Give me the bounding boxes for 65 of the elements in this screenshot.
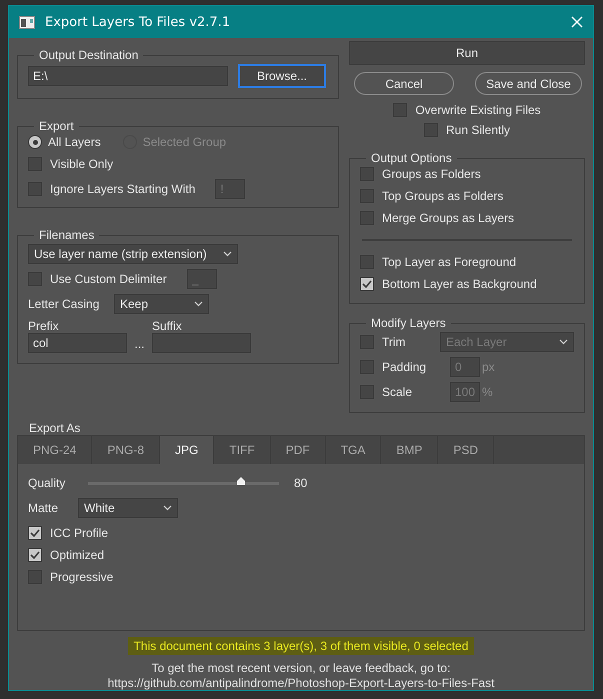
field-label: Prefix	[28, 319, 60, 333]
checkbox-label: Scale	[382, 385, 414, 399]
radio-label: All Layers	[48, 135, 101, 149]
chevron-down-icon	[223, 251, 232, 257]
checkbox-label: Visible Only	[50, 157, 114, 171]
group-title: Filenames	[38, 228, 96, 242]
save-and-close-button[interactable]: Save and Close	[475, 72, 582, 95]
format-tab[interactable]: JPG	[160, 436, 214, 464]
checkbox[interactable]	[393, 103, 408, 117]
checkbox-label: Bottom Layer as Background	[382, 277, 537, 291]
checkbox[interactable]	[360, 255, 374, 269]
field-label: Quality	[28, 476, 66, 490]
checkbox-label: Run Silently	[446, 123, 510, 137]
checkbox-label: Overwrite Existing Files	[415, 103, 541, 117]
prefix-field[interactable]: col	[28, 333, 127, 353]
unit-label: %	[482, 385, 493, 399]
run-button[interactable]: Run	[349, 41, 585, 65]
group-title: Output Destination	[38, 48, 140, 62]
separator-text: ...	[133, 337, 146, 353]
checkbox-label: Optimized	[50, 548, 104, 562]
group-title: Export	[38, 119, 75, 133]
quality-value: 80	[294, 476, 308, 490]
status-message: This document contains 3 layer(s), 3 of them visible, 0 selected	[128, 637, 474, 655]
checkbox[interactable]	[360, 189, 374, 203]
checkbox[interactable]	[360, 211, 374, 225]
checkbox[interactable]	[360, 277, 374, 291]
chevron-down-icon	[194, 301, 203, 307]
chevron-down-icon	[163, 505, 172, 511]
matte-dropdown[interactable]: White	[78, 498, 178, 518]
checkbox[interactable]	[28, 157, 42, 171]
cancel-button[interactable]: Cancel	[354, 72, 454, 95]
checkbox-label: Ignore Layers Starting With	[50, 182, 196, 196]
checkbox-label: Top Layer as Foreground	[382, 255, 516, 269]
path-field[interactable]: E:\	[28, 66, 228, 86]
browse-button[interactable]: Browse...	[238, 64, 326, 88]
casing-dropdown[interactable]: Keep	[114, 294, 209, 314]
feedback-text: To get the most recent version, or leave feedback, go to:	[152, 661, 450, 676]
section-title: Export As	[29, 421, 80, 435]
field-label: Letter Casing	[28, 297, 100, 311]
radio-button[interactable]	[28, 135, 42, 149]
slider-thumb[interactable]	[236, 476, 246, 486]
field-label: Suffix	[152, 319, 183, 333]
group-title: Modify Layers	[370, 316, 447, 330]
checkbox-label: Use Custom Delimiter	[50, 272, 167, 286]
checkbox-label: Merge Groups as Layers	[382, 211, 514, 225]
suffix-field[interactable]	[152, 333, 251, 353]
checkbox[interactable]	[424, 123, 438, 137]
checkbox-label: Groups as Folders	[382, 167, 481, 181]
repository-url: https://github.com/antipalindrome/Photoshop-Export-Layers-to-Files-Fast	[108, 676, 494, 691]
field-label: Matte	[28, 501, 60, 515]
close-icon[interactable]	[571, 16, 583, 28]
checkbox-label: Top Groups as Folders	[382, 189, 504, 203]
window-title: Export Layers To Files v2.7.1	[45, 14, 232, 30]
naming-dropdown[interactable]: Use layer name (strip extension)	[28, 244, 238, 264]
checkbox-label: Padding	[382, 360, 428, 374]
window-icon	[19, 16, 35, 28]
checkbox-label: ICC Profile	[50, 526, 108, 540]
checkbox-label: Trim	[382, 335, 407, 349]
checkbox[interactable]	[28, 526, 42, 540]
chevron-down-icon	[559, 339, 568, 345]
checkbox[interactable]	[28, 570, 42, 584]
checkbox[interactable]	[360, 167, 374, 181]
group-title: Output Options	[370, 151, 453, 165]
checkbox-label: Progressive	[50, 570, 114, 584]
checkbox[interactable]	[28, 548, 42, 562]
